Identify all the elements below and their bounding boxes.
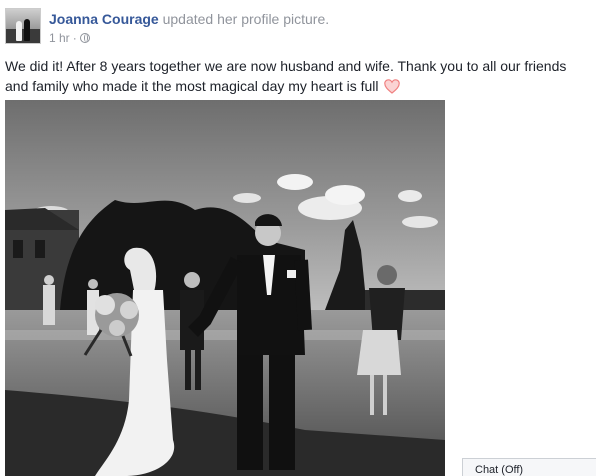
globe-icon[interactable] — [79, 33, 90, 43]
post-photo[interactable] — [5, 100, 445, 476]
chat-status-label: Chat (Off) — [475, 464, 524, 476]
post-message-text: We did it! After 8 years together we are… — [5, 58, 567, 94]
chat-bar[interactable]: Chat (Off) — [462, 458, 596, 476]
author-name-link[interactable]: Joanna Courage — [49, 11, 159, 27]
post-header-text: Joanna Courage updated her profile pictu… — [49, 8, 329, 48]
meta-separator: · — [72, 31, 77, 45]
avatar[interactable] — [5, 8, 41, 44]
post-header: Joanna Courage updated her profile pictu… — [5, 8, 329, 48]
post-timestamp[interactable]: 1 hr — [49, 31, 70, 45]
post-meta: 1 hr · — [49, 31, 329, 45]
heart-icon — [384, 79, 401, 94]
wedding-photo-image — [5, 100, 445, 476]
post-action-text: updated her profile picture. — [162, 11, 330, 27]
post-message: We did it! After 8 years together we are… — [5, 56, 591, 96]
